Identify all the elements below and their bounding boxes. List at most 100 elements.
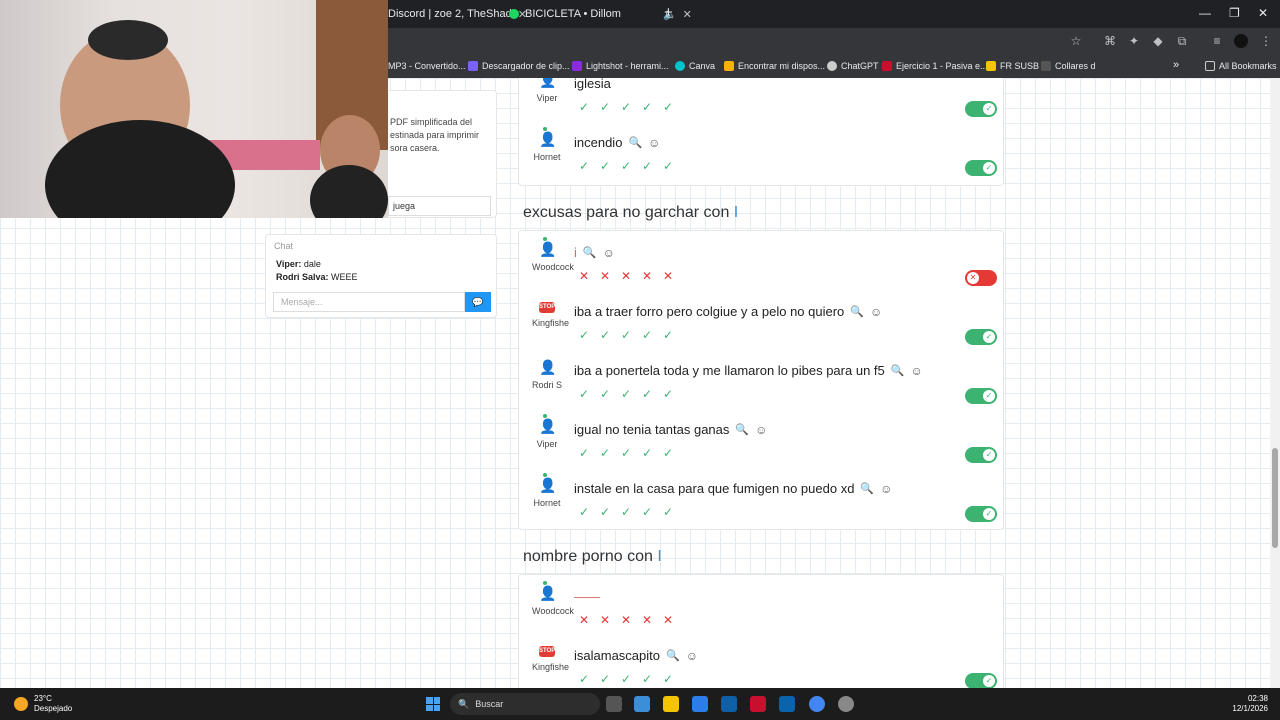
send-button[interactable]: 💬 — [465, 292, 491, 312]
vote-cross-icon[interactable]: ✕ — [620, 613, 632, 627]
valid-toggle[interactable]: ✓ — [965, 447, 997, 463]
vote-check-icon[interactable]: ✓ — [620, 387, 632, 401]
valid-toggle[interactable]: ✓ — [965, 388, 997, 404]
system-clock[interactable]: 02:38 12/1/2026 — [1232, 694, 1268, 714]
vote-check-icon[interactable]: ✓ — [620, 159, 632, 173]
profile-avatar[interactable] — [1234, 34, 1248, 48]
vote-check-icon[interactable]: ✓ — [662, 446, 674, 460]
vote-check-icon[interactable]: ✓ — [662, 505, 674, 519]
emoji-icon[interactable]: ☺ — [648, 136, 660, 150]
vote-cross-icon[interactable]: ✕ — [578, 613, 590, 627]
tab-close-icon[interactable]: ✕ — [683, 8, 692, 21]
task-view-icon[interactable] — [606, 696, 622, 712]
search-icon[interactable]: 🔍 — [891, 364, 905, 377]
vote-check-icon[interactable]: ✓ — [578, 505, 590, 519]
minimize-button[interactable]: — — [1199, 6, 1211, 20]
vote-cross-icon[interactable]: ✕ — [578, 269, 590, 283]
close-window-button[interactable]: ✕ — [1258, 6, 1268, 20]
vote-check-icon[interactable]: ✓ — [641, 505, 653, 519]
vote-check-icon[interactable]: ✓ — [662, 387, 674, 401]
vote-check-icon[interactable]: ✓ — [599, 328, 611, 342]
vote-check-icon[interactable]: ✓ — [662, 100, 674, 114]
bookmark[interactable]: MP3 - Convertido... — [388, 61, 466, 71]
vote-check-icon[interactable]: ✓ — [599, 505, 611, 519]
bookmark[interactable]: Collares d — [1041, 61, 1096, 71]
bookmark[interactable]: Canva — [675, 61, 715, 71]
maximize-button[interactable]: ❐ — [1229, 6, 1240, 20]
emoji-icon[interactable]: ☺ — [603, 246, 615, 260]
emoji-icon[interactable]: ☺ — [880, 482, 892, 496]
puzzle-icon[interactable]: ⧉ — [1175, 34, 1189, 48]
valid-toggle[interactable]: ✕ — [965, 270, 997, 286]
vote-check-icon[interactable]: ✓ — [641, 672, 653, 686]
outlook-icon[interactable] — [779, 696, 795, 712]
vote-check-icon[interactable]: ✓ — [620, 672, 632, 686]
emoji-icon[interactable]: ☺ — [686, 649, 698, 663]
vote-check-icon[interactable]: ✓ — [641, 159, 653, 173]
vote-check-icon[interactable]: ✓ — [662, 159, 674, 173]
mcafee-icon[interactable] — [750, 696, 766, 712]
emoji-icon[interactable]: ☺ — [755, 423, 767, 437]
search-icon[interactable]: 🔍 — [735, 423, 749, 436]
vote-check-icon[interactable]: ✓ — [641, 100, 653, 114]
chrome-icon[interactable] — [809, 696, 825, 712]
vote-cross-icon[interactable]: ✕ — [662, 269, 674, 283]
vote-check-icon[interactable]: ✓ — [578, 446, 590, 460]
vote-cross-icon[interactable]: ✕ — [599, 269, 611, 283]
search-icon[interactable]: 🔍 — [666, 649, 680, 662]
vote-check-icon[interactable]: ✓ — [599, 387, 611, 401]
vote-check-icon[interactable]: ✓ — [620, 446, 632, 460]
valid-toggle[interactable]: ✓ — [965, 673, 997, 688]
vote-check-icon[interactable]: ✓ — [641, 446, 653, 460]
bookmarks-overflow-icon[interactable]: » — [1173, 59, 1179, 71]
bookmark[interactable]: Lightshot - herrami... — [572, 61, 669, 71]
extension-icon[interactable]: ◆ — [1151, 34, 1165, 48]
dell-icon[interactable] — [721, 696, 737, 712]
vote-cross-icon[interactable]: ✕ — [620, 269, 632, 283]
search-icon[interactable]: 🔍 — [850, 305, 864, 318]
translate-icon[interactable]: ⌘ — [1103, 34, 1117, 48]
chat-input[interactable]: Mensaje... — [273, 292, 465, 312]
scroll-thumb[interactable] — [1272, 448, 1278, 548]
vote-check-icon[interactable]: ✓ — [662, 672, 674, 686]
windows-start-icon[interactable] — [426, 697, 440, 711]
vote-cross-icon[interactable]: ✕ — [599, 613, 611, 627]
vote-check-icon[interactable]: ✓ — [641, 328, 653, 342]
star-icon[interactable]: ☆ — [1069, 34, 1083, 48]
scrollbar[interactable] — [1270, 78, 1280, 688]
bookmark[interactable]: ChatGPT — [827, 61, 879, 71]
store-icon[interactable] — [692, 696, 708, 712]
weather-widget[interactable]: 23°C Despejado — [14, 694, 72, 714]
valid-toggle[interactable]: ✓ — [965, 506, 997, 522]
vote-check-icon[interactable]: ✓ — [620, 328, 632, 342]
bookmark[interactable]: FR SUSB — [986, 61, 1039, 71]
vote-check-icon[interactable]: ✓ — [599, 100, 611, 114]
vote-check-icon[interactable]: ✓ — [578, 100, 590, 114]
vote-check-icon[interactable]: ✓ — [578, 387, 590, 401]
app-icon[interactable] — [838, 696, 854, 712]
media-icon[interactable]: ≡ — [1210, 34, 1224, 48]
vote-check-icon[interactable]: ✓ — [599, 672, 611, 686]
taskbar-search[interactable]: 🔍 Buscar — [450, 693, 600, 715]
valid-toggle[interactable]: ✓ — [965, 329, 997, 345]
tab-discord[interactable]: Discord | zoe 2, TheShad ✕ — [388, 4, 527, 24]
emoji-icon[interactable]: ☺ — [910, 364, 922, 378]
juega-field[interactable]: juega — [388, 196, 491, 216]
vote-check-icon[interactable]: ✓ — [578, 672, 590, 686]
extension-icon[interactable]: ✦ — [1127, 34, 1141, 48]
vote-check-icon[interactable]: ✓ — [662, 328, 674, 342]
search-icon[interactable]: 🔍 — [628, 136, 642, 149]
vote-check-icon[interactable]: ✓ — [599, 446, 611, 460]
vote-cross-icon[interactable]: ✕ — [662, 613, 674, 627]
vote-cross-icon[interactable]: ✕ — [641, 269, 653, 283]
valid-toggle[interactable]: ✓ — [965, 101, 997, 117]
bookmark[interactable]: Ejercicio 1 - Pasiva e... — [882, 61, 988, 71]
vote-check-icon[interactable]: ✓ — [641, 387, 653, 401]
copilot-icon[interactable] — [634, 696, 650, 712]
emoji-icon[interactable]: ☺ — [870, 305, 882, 319]
file-explorer-icon[interactable] — [663, 696, 679, 712]
vote-check-icon[interactable]: ✓ — [578, 159, 590, 173]
vote-check-icon[interactable]: ✓ — [620, 100, 632, 114]
vote-check-icon[interactable]: ✓ — [620, 505, 632, 519]
vote-cross-icon[interactable]: ✕ — [641, 613, 653, 627]
